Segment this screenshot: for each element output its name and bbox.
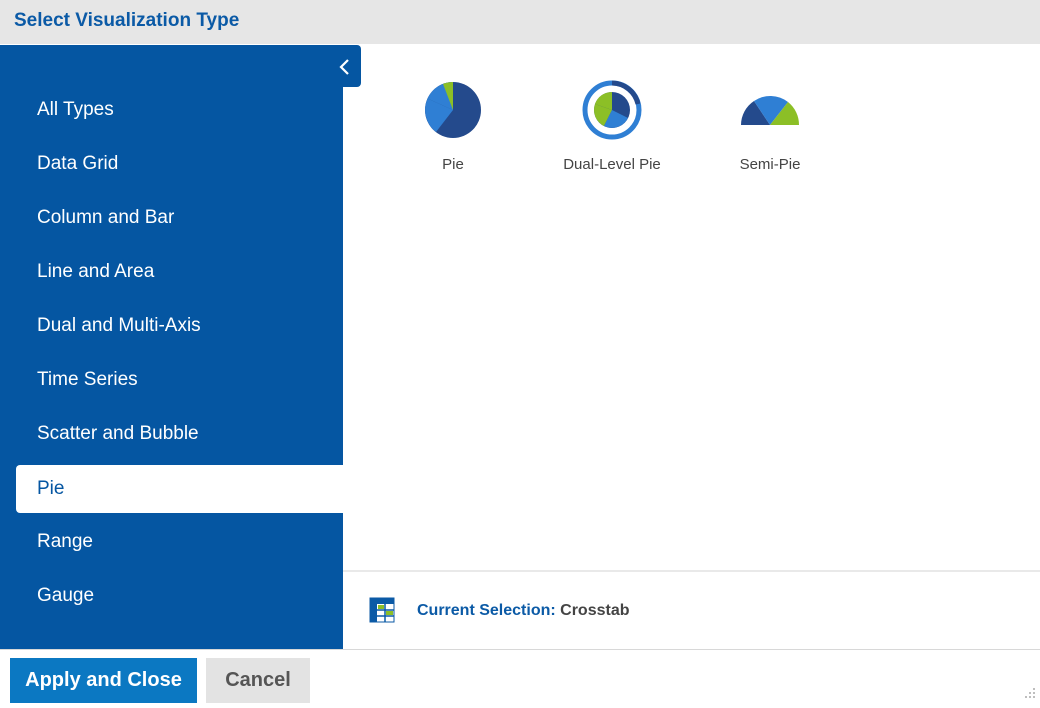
viz-tile-semi-pie[interactable]: Semi-Pie <box>705 80 835 180</box>
sidebar-item-range[interactable]: Range <box>16 518 343 566</box>
resize-grip-icon[interactable] <box>1022 685 1036 704</box>
crosstab-icon <box>369 597 395 628</box>
collapse-sidebar-button[interactable] <box>329 45 361 87</box>
viz-label-pie: Pie <box>442 156 464 173</box>
sidebar-item-column-and-bar[interactable]: Column and Bar <box>16 194 343 242</box>
dual-level-pie-icon <box>547 80 677 140</box>
viz-label-dual-level-pie: Dual-Level Pie <box>563 156 661 173</box>
dialog-title: Select Visualization Type <box>14 10 240 31</box>
semi-pie-icon <box>705 80 835 140</box>
apply-and-close-button[interactable]: Apply and Close <box>10 658 197 703</box>
dialog-footer: Apply and Close Cancel <box>0 649 1040 708</box>
sidebar-item-data-grid[interactable]: Data Grid <box>16 140 343 188</box>
chevron-left-icon <box>338 55 352 77</box>
cancel-button[interactable]: Cancel <box>206 658 310 703</box>
viz-tile-pie[interactable]: Pie <box>388 80 518 180</box>
sidebar-item-pie[interactable]: Pie <box>16 465 343 513</box>
current-selection-label: Current Selection: <box>417 602 556 619</box>
pie-chart-icon <box>388 80 518 140</box>
current-selection-value: Crosstab <box>560 602 630 619</box>
sidebar-item-line-and-area[interactable]: Line and Area <box>16 248 343 296</box>
sidebar-item-gauge[interactable]: Gauge <box>16 572 343 620</box>
sidebar-item-all-types[interactable]: All Types <box>16 86 343 134</box>
viz-label-semi-pie: Semi-Pie <box>739 156 801 173</box>
visualization-category-sidebar: All Types Data Grid Column and Bar Line … <box>0 45 343 649</box>
viz-tile-dual-level-pie[interactable]: Dual-Level Pie <box>547 80 677 180</box>
sidebar-item-time-series[interactable]: Time Series <box>16 356 343 404</box>
sidebar-item-dual-and-multi-axis[interactable]: Dual and Multi-Axis <box>16 302 343 350</box>
current-selection-bar: Current Selection: Crosstab <box>343 570 1040 650</box>
sidebar-item-scatter-and-bubble[interactable]: Scatter and Bubble <box>16 410 343 458</box>
current-selection-text: Current Selection: Crosstab <box>417 602 630 620</box>
dialog-titlebar: Select Visualization Type <box>0 0 1040 44</box>
